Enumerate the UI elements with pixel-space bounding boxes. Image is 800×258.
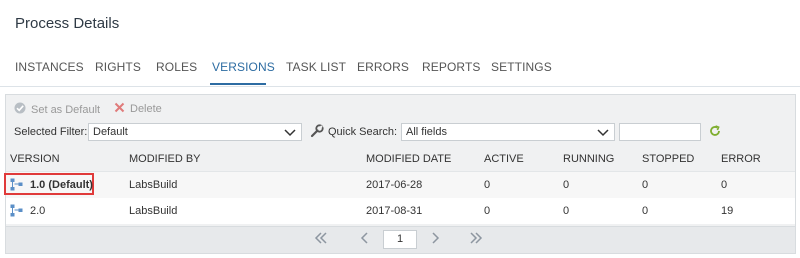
active-tab-indicator [210,83,266,85]
modified-by-cell: LabsBuild [129,179,178,191]
modified-date-cell: 2017-06-28 [366,179,423,191]
column-header-error[interactable]: ERROR [721,153,761,165]
tab-instances[interactable]: INSTANCES [15,60,84,74]
table-header: VERSION MODIFIED BY MODIFIED DATE ACTIVE… [6,147,795,171]
running-cell: 0 [563,179,570,191]
process-version-icon [10,178,23,196]
column-header-active[interactable]: ACTIVE [484,153,524,165]
tab-task-list[interactable]: TASK LIST [286,60,346,74]
active-cell: 0 [484,205,491,217]
column-header-version[interactable]: VERSION [10,153,60,165]
table-row[interactable]: 1.0 (Default) LabsBuild 2017-06-28 0 0 0… [4,171,795,199]
refresh-icon[interactable] [708,124,722,143]
quick-search-value: All fields [406,126,447,138]
page-title: Process Details [15,15,120,32]
quick-search-field-dropdown[interactable]: All fields [401,123,615,141]
selected-filter-dropdown[interactable]: Default [88,123,302,141]
check-icon [14,102,26,117]
delete-button[interactable]: Delete [114,102,162,116]
version-cell[interactable]: 2.0 [30,205,45,217]
table-row[interactable]: 2.0 LabsBuild 2017-08-31 0 0 0 19 [6,198,795,224]
next-page-icon[interactable] [430,231,440,249]
pagination-bar: 1 [6,226,795,253]
tab-errors[interactable]: ERRORS [357,60,409,74]
tab-roles[interactable]: ROLES [156,60,197,74]
tab-bar: INSTANCES RIGHTS ROLES VERSIONS TASK LIS… [0,56,800,87]
stopped-cell: 0 [642,179,649,191]
delete-label: Delete [130,103,162,115]
first-page-icon[interactable] [314,231,328,249]
column-header-modified-date[interactable]: MODIFIED DATE [366,153,451,165]
tab-rights[interactable]: RIGHTS [95,60,141,74]
previous-page-icon[interactable] [360,231,370,249]
set-as-default-button[interactable]: Set as Default [14,102,100,117]
tab-reports[interactable]: REPORTS [422,60,481,74]
selected-filter-value: Default [93,126,128,138]
modified-by-cell: LabsBuild [129,205,178,217]
tab-settings[interactable]: SETTINGS [491,60,552,74]
modified-date-cell: 2017-08-31 [366,205,423,217]
version-cell[interactable]: 1.0 (Default) [30,179,93,191]
active-cell: 0 [484,179,491,191]
chevron-down-icon [283,125,297,144]
column-header-running[interactable]: RUNNING [563,153,614,165]
last-page-icon[interactable] [469,231,483,249]
quick-search-input[interactable] [619,123,701,141]
process-version-icon [10,204,23,222]
versions-panel: Set as Default Delete Selected Filter: D… [4,94,796,254]
selected-filter-label: Selected Filter: [14,126,88,138]
close-icon [114,102,125,116]
quick-search-label: Quick Search: [328,126,398,138]
running-cell: 0 [563,205,570,217]
column-header-stopped[interactable]: STOPPED [642,153,694,165]
chevron-down-icon [596,125,610,144]
error-cell: 19 [721,205,734,217]
stopped-cell: 0 [642,205,649,217]
tab-versions[interactable]: VERSIONS [212,60,275,74]
error-cell: 0 [721,179,728,191]
wrench-icon [310,124,324,143]
set-as-default-label: Set as Default [31,103,101,116]
page-number-input[interactable]: 1 [383,230,417,249]
column-header-modified-by[interactable]: MODIFIED BY [129,153,201,165]
